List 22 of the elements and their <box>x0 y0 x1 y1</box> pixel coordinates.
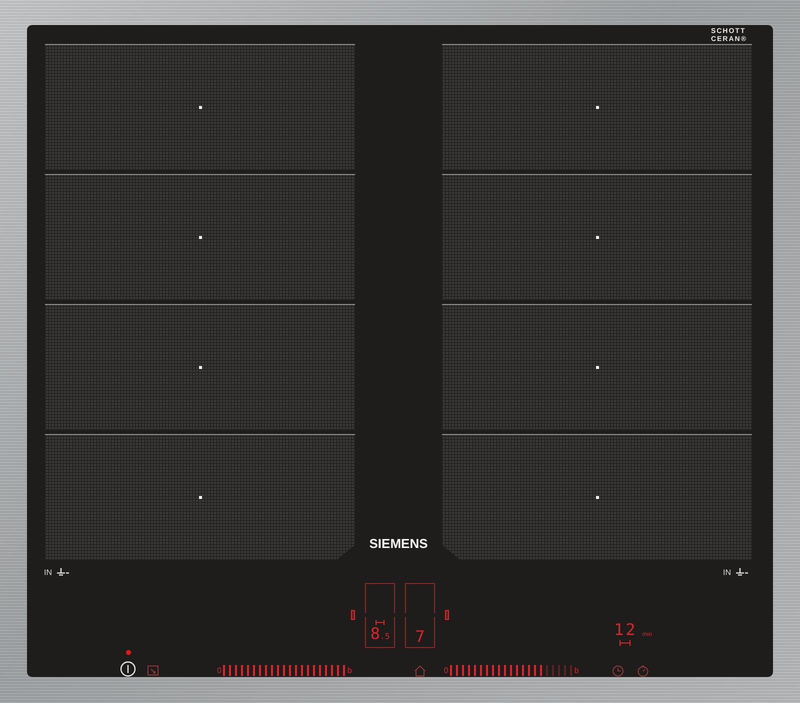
span-icon <box>619 640 631 646</box>
slider-min-label: 0 <box>444 666 448 674</box>
brand-logo: SIEMENS <box>369 536 428 551</box>
zone-display-frame <box>405 582 435 612</box>
home-button[interactable] <box>414 665 426 677</box>
clock-button[interactable] <box>612 665 624 677</box>
zone-marker-icon <box>351 610 355 620</box>
pot-icon <box>56 568 70 576</box>
pot-icon <box>735 568 749 576</box>
span-icon <box>375 620 385 624</box>
zone-label: IN <box>44 568 52 576</box>
zone-display-frame <box>365 582 395 612</box>
zone-label: IN <box>723 568 731 576</box>
power-button[interactable] <box>120 661 136 677</box>
stopwatch-button[interactable] <box>636 665 649 677</box>
zone-marker-icon <box>445 610 449 620</box>
zone-display[interactable]: 7 <box>405 616 435 648</box>
timer-reading: 12 <box>614 622 638 638</box>
power-level-reading: 7 <box>415 628 425 644</box>
slider-min-label: 0 <box>217 666 222 674</box>
slider-max-label: b <box>574 666 579 674</box>
slider-max-label: b <box>347 666 352 674</box>
